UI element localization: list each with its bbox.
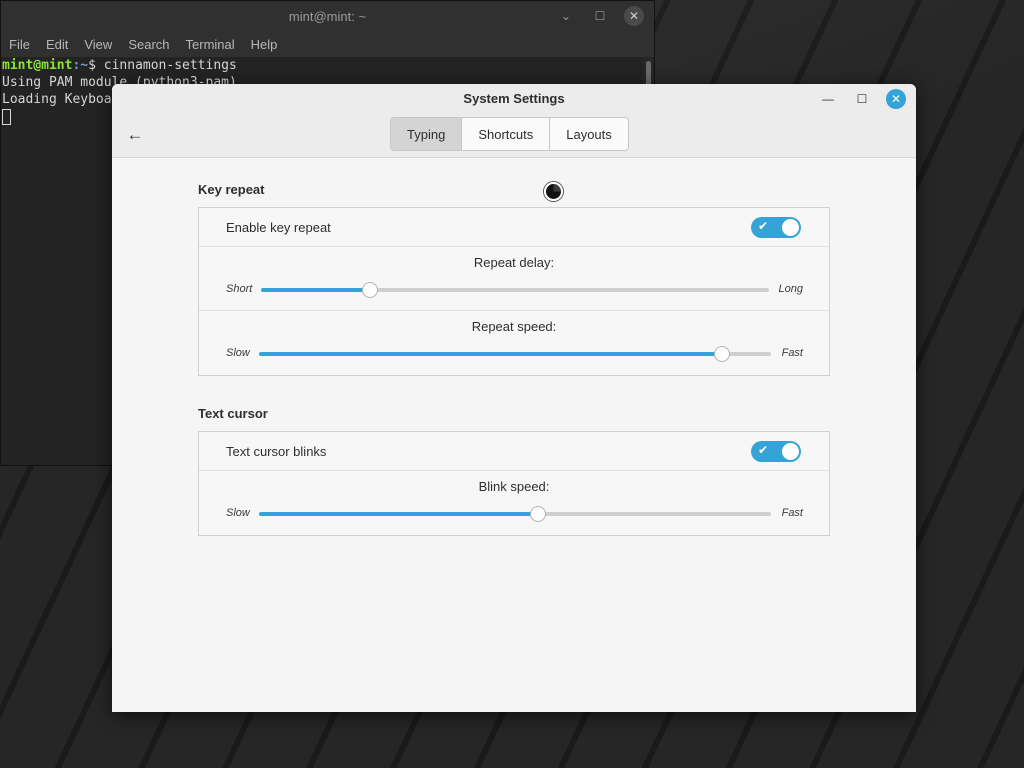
- repeat-delay-slider[interactable]: [261, 282, 769, 298]
- enable-key-repeat-switch[interactable]: ✔: [751, 217, 801, 238]
- tab-bar: Typing Shortcuts Layouts: [390, 117, 629, 151]
- switch-knob: [782, 443, 799, 460]
- repeat-speed-slider-fill: [259, 352, 723, 356]
- prompt-symbol: $: [88, 58, 104, 73]
- tab-layouts[interactable]: Layouts: [550, 118, 628, 150]
- repeat-delay-min-label: Short: [226, 283, 253, 295]
- tab-shortcuts[interactable]: Shortcuts: [462, 118, 551, 150]
- close-icon[interactable]: ✕: [624, 6, 644, 26]
- repeat-delay-row: Repeat delay: Short Long: [199, 247, 829, 311]
- section-title-text-cursor: Text cursor: [198, 406, 268, 421]
- text-cursor-blinks-switch[interactable]: ✔: [751, 441, 801, 462]
- repeat-delay-max-label: Long: [778, 283, 803, 295]
- terminal-prompt-line: mint@mint:~$ cinnamon-settings: [2, 57, 642, 74]
- minimize-icon[interactable]: ⌄: [556, 6, 576, 26]
- terminal-command: cinnamon-settings: [103, 58, 237, 73]
- menu-search[interactable]: Search: [128, 37, 177, 52]
- blink-speed-max-label: Fast: [781, 507, 803, 519]
- check-icon: ✔: [758, 443, 769, 457]
- enable-key-repeat-label: Enable key repeat: [226, 219, 331, 235]
- close-icon[interactable]: ✕: [886, 89, 906, 109]
- terminal-titlebar[interactable]: mint@mint: ~ ⌄ ☐ ✕: [1, 1, 654, 31]
- maximize-icon[interactable]: ☐: [852, 89, 872, 109]
- repeat-speed-max-label: Fast: [781, 347, 803, 359]
- terminal-cursor: [2, 108, 11, 125]
- prompt-path: :~: [72, 58, 89, 73]
- section-title-key-repeat: Key repeat: [198, 182, 265, 197]
- prompt-user: mint@mint: [2, 58, 73, 73]
- menu-edit[interactable]: Edit: [46, 37, 76, 52]
- blink-speed-label: Blink speed:: [478, 479, 550, 494]
- check-icon: ✔: [758, 219, 769, 233]
- text-cursor-card: Text cursor blinks ✔ Blink speed: Slow F…: [198, 431, 830, 536]
- menu-file[interactable]: File: [9, 37, 38, 52]
- menu-help[interactable]: Help: [251, 37, 286, 52]
- terminal-title: mint@mint: ~: [288, 8, 367, 24]
- repeat-speed-row: Repeat speed: Slow Fast: [199, 311, 829, 375]
- repeat-speed-slider-thumb[interactable]: [714, 346, 731, 362]
- menu-terminal[interactable]: Terminal: [186, 37, 243, 52]
- blink-speed-slider-thumb[interactable]: [530, 506, 547, 522]
- blink-speed-slider-fill: [259, 512, 539, 516]
- key-repeat-card: Enable key repeat ✔ Repeat delay: Short …: [198, 207, 830, 376]
- repeat-delay-label: Repeat delay:: [473, 255, 555, 270]
- text-cursor-blinks-row: Text cursor blinks ✔: [199, 432, 829, 471]
- busy-cursor-icon: [544, 182, 563, 201]
- text-cursor-blinks-label: Text cursor blinks: [226, 443, 327, 459]
- minimize-icon[interactable]: —: [818, 89, 838, 109]
- blink-speed-slider[interactable]: [259, 506, 771, 522]
- repeat-delay-slider-fill: [261, 288, 371, 292]
- window-title: System Settings: [463, 91, 565, 106]
- repeat-speed-label: Repeat speed:: [471, 319, 557, 334]
- terminal-menubar: File Edit View Search Terminal Help: [1, 31, 654, 57]
- tab-typing[interactable]: Typing: [391, 118, 463, 150]
- system-settings-window[interactable]: System Settings — ☐ ✕ ← Typing Shortcuts…: [112, 84, 916, 712]
- back-arrow-icon[interactable]: ←: [122, 122, 148, 148]
- blink-speed-min-label: Slow: [226, 507, 250, 519]
- headerbar[interactable]: System Settings — ☐ ✕ ← Typing Shortcuts…: [112, 84, 916, 158]
- repeat-speed-slider[interactable]: [259, 346, 771, 362]
- repeat-delay-slider-thumb[interactable]: [362, 282, 379, 298]
- menu-view[interactable]: View: [84, 37, 120, 52]
- enable-key-repeat-row: Enable key repeat ✔: [199, 208, 829, 247]
- blink-speed-row: Blink speed: Slow Fast: [199, 471, 829, 535]
- repeat-speed-min-label: Slow: [226, 347, 250, 359]
- maximize-icon[interactable]: ☐: [590, 6, 610, 26]
- switch-knob: [782, 219, 799, 236]
